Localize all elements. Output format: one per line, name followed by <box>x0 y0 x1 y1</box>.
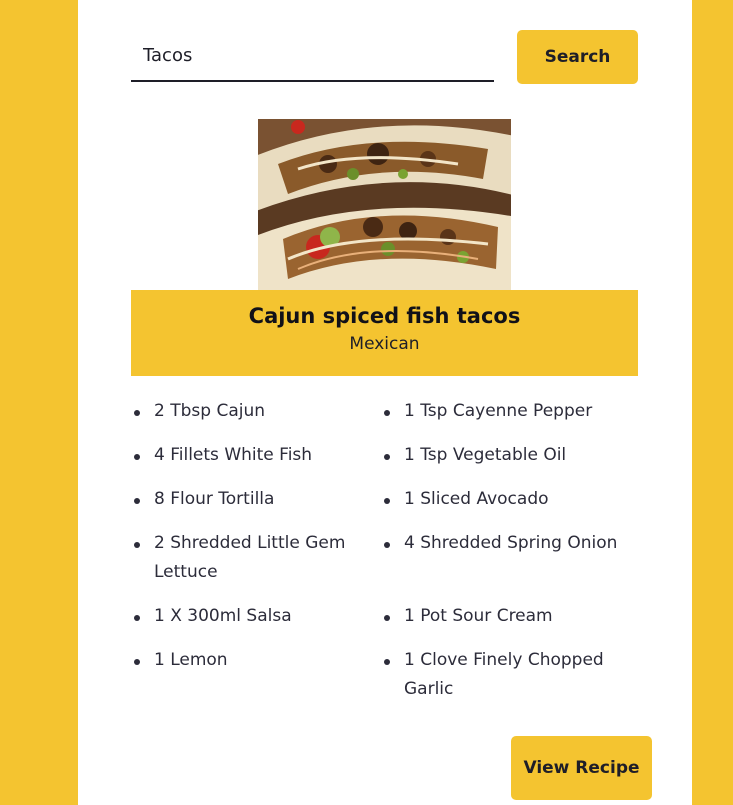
ingredient-item: 1 Lemon <box>131 646 381 704</box>
search-bar: Search <box>131 30 638 84</box>
ingredient-item: 8 Flour Tortilla <box>131 485 381 514</box>
ingredient-item: 1 Sliced Avocado <box>381 485 638 514</box>
ingredient-item: 1 Tsp Vegetable Oil <box>381 441 638 470</box>
recipe-title: Cajun spiced fish tacos <box>248 304 521 328</box>
ingredient-item: 4 Shredded Spring Onion <box>381 529 638 587</box>
ingredient-list: 2 Tbsp Cajun 1 Tsp Cayenne Pepper 4 Fill… <box>131 397 638 704</box>
recipe-cuisine: Mexican <box>349 334 420 354</box>
ingredient-item: 2 Tbsp Cajun <box>131 397 381 426</box>
view-recipe-button[interactable]: View Recipe <box>511 736 652 800</box>
recipe-image <box>258 119 511 290</box>
ingredient-item: 1 X 300ml Salsa <box>131 602 381 631</box>
recipe-panel: Search <box>78 0 692 805</box>
ingredient-item: 4 Fillets White Fish <box>131 441 381 470</box>
ingredient-item: 1 Clove Finely Chopped Garlic <box>381 646 638 704</box>
ingredient-item: 1 Tsp Cayenne Pepper <box>381 397 638 426</box>
recipe-title-band: Cajun spiced fish tacos Mexican <box>131 290 638 376</box>
ingredient-item: 1 Pot Sour Cream <box>381 602 638 631</box>
search-input[interactable] <box>131 30 494 82</box>
ingredient-item: 2 Shredded Little Gem Lettuce <box>131 529 381 587</box>
search-button[interactable]: Search <box>517 30 638 84</box>
